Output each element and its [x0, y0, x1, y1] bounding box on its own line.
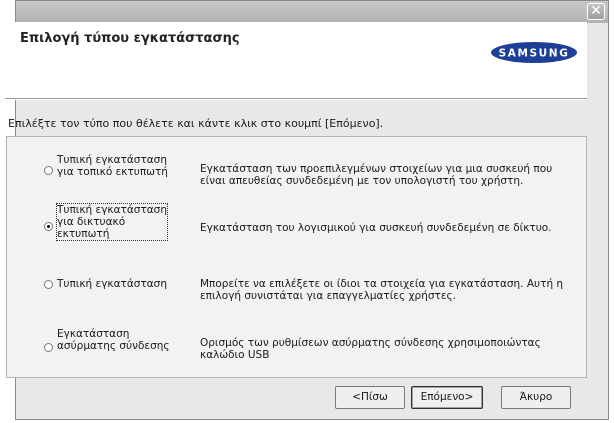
instruction-text: Επιλέξτε τον τύπο που θέλετε και κάντε κ… [8, 117, 384, 130]
samsung-logo: SAMSUNG [491, 42, 577, 63]
option-label-local-printer[interactable]: Τυπική εγκατάσταση για τοπικό εκτυπωτή [57, 154, 168, 178]
cancel-button[interactable]: Άκυρο [501, 386, 571, 409]
radio-network-printer[interactable] [44, 222, 53, 231]
next-button[interactable]: Επόμενο> [411, 386, 483, 409]
option-label-wireless-setup[interactable]: Εγκατάσταση ασύρματης σύνδεσης [57, 328, 170, 352]
radio-wireless-setup[interactable] [44, 343, 53, 352]
option-label-custom-install[interactable]: Τυπική εγκατάσταση [57, 278, 167, 290]
page-title: Επιλογή τύπου εγκατάστασης [20, 31, 240, 46]
title-bar[interactable]: ✕ [16, 1, 608, 23]
option-desc-wireless-setup: Ορισμός των ρυθμίσεων ασύρματης σύνδεσης… [200, 337, 541, 361]
logo-text: SAMSUNG [499, 48, 570, 60]
close-icon[interactable]: ✕ [590, 3, 602, 19]
header-separator [5, 98, 587, 100]
option-desc-network-printer: Εγκατάσταση του λογισμικού για συσκευή σ… [200, 222, 552, 234]
back-button[interactable]: <Πίσω [335, 386, 405, 409]
option-label-network-printer[interactable]: Τυπική εγκατάσταση για δικτυακό εκτυπωτή [56, 203, 168, 241]
radio-local-printer[interactable] [44, 166, 53, 175]
close-button[interactable]: ✕ [587, 3, 605, 20]
option-desc-custom-install: Μπορείτε να επιλέξετε οι ίδιοι τα στοιχε… [200, 278, 564, 302]
option-desc-local-printer: Εγκατάσταση των προεπιλεγμένων στοιχείων… [200, 163, 553, 187]
radio-custom-install[interactable] [44, 280, 53, 289]
